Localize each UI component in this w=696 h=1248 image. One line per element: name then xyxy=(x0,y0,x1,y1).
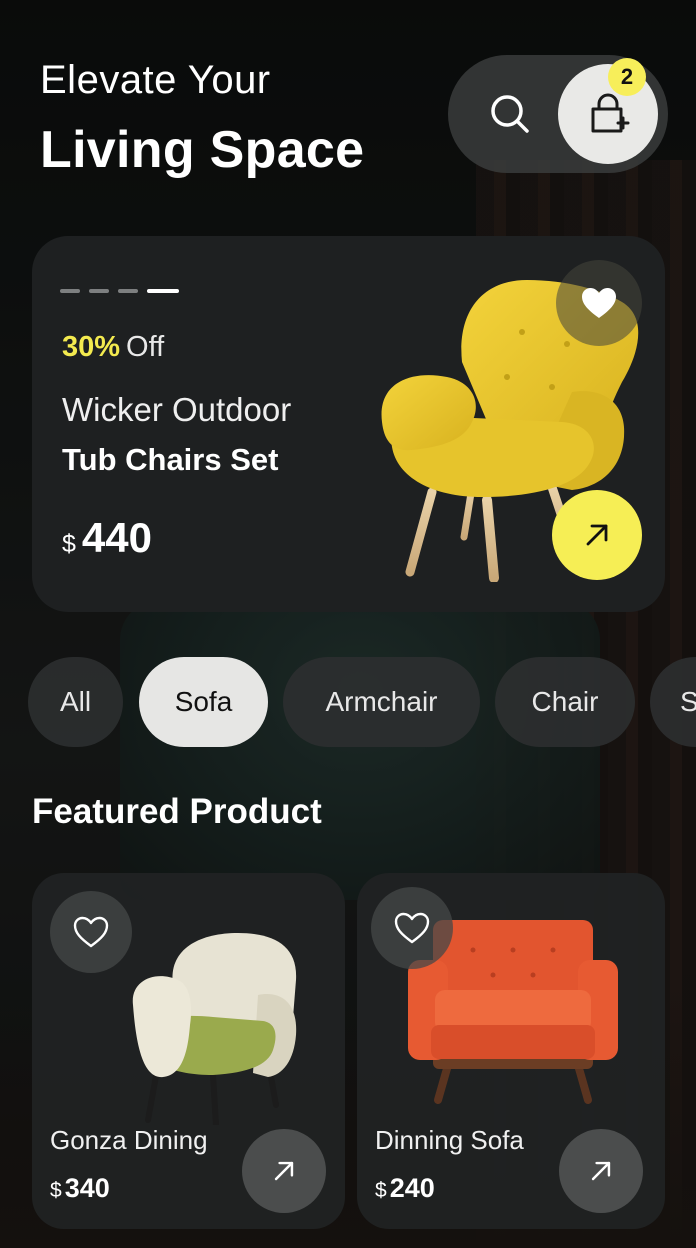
category-chair[interactable]: Chair xyxy=(495,657,635,747)
shopping-bag-plus-icon xyxy=(591,93,630,133)
product-card-gonza-dining[interactable]: Gonza Dining $ 340 xyxy=(32,873,345,1229)
promo-price-currency: $ xyxy=(62,530,76,558)
heart-outline-icon xyxy=(394,912,430,944)
search-icon xyxy=(491,95,529,133)
carousel-dot[interactable] xyxy=(89,289,109,293)
category-s[interactable]: S xyxy=(650,657,696,747)
discount-suffix: Off xyxy=(126,331,165,363)
category-sofa[interactable]: Sofa xyxy=(139,657,268,747)
category-armchair[interactable]: Armchair xyxy=(283,657,480,747)
cream-armchair-image xyxy=(132,933,297,1125)
promo-product-name-line1: Wicker Outdoor xyxy=(62,391,292,428)
arrow-up-right-icon xyxy=(586,524,608,546)
promo-price: $ 440 xyxy=(62,514,152,562)
promo-product-name-line2: Tub Chairs Set xyxy=(62,442,279,477)
promo-card[interactable]: 30% Off Wicker Outdoor Tub Chairs Set $ 4… xyxy=(32,236,665,612)
product-name: Dinning Sofa xyxy=(375,1125,524,1155)
product-price-currency: $ xyxy=(50,1179,62,1202)
discount-label: 30% Off xyxy=(62,331,164,364)
category-label: S xyxy=(680,686,696,717)
product-price: $ 240 xyxy=(375,1173,435,1204)
search-button[interactable] xyxy=(470,74,550,154)
category-label: Sofa xyxy=(174,686,233,717)
favorite-button[interactable] xyxy=(371,887,453,969)
cart-count-badge: 2 xyxy=(608,58,646,96)
product-name: Gonza Dining xyxy=(50,1125,208,1155)
arrow-up-right-icon xyxy=(591,1161,611,1181)
heart-outline-icon xyxy=(73,916,109,948)
favorite-button[interactable] xyxy=(50,891,132,973)
product-price-amount: 240 xyxy=(389,1173,435,1203)
discount-percent: 30% xyxy=(62,331,121,363)
promo-price-amount: 440 xyxy=(81,514,152,561)
category-label: Armchair xyxy=(325,686,438,717)
carousel-indicator xyxy=(60,289,179,293)
product-price-amount: 340 xyxy=(64,1173,110,1203)
carousel-dot[interactable] xyxy=(118,289,138,293)
product-open-button[interactable] xyxy=(559,1129,643,1213)
page-title-line1: Elevate Your xyxy=(40,58,271,102)
featured-section-title: Featured Product xyxy=(32,792,322,831)
category-label: All xyxy=(59,686,92,717)
product-card-dinning-sofa[interactable]: Dinning Sofa $ 240 xyxy=(357,873,665,1229)
carousel-dot-active[interactable] xyxy=(147,289,179,293)
heart-filled-icon xyxy=(582,288,616,318)
product-price: $ 340 xyxy=(50,1173,110,1204)
category-all[interactable]: All xyxy=(28,657,123,747)
product-price-currency: $ xyxy=(375,1179,387,1202)
carousel-dot[interactable] xyxy=(60,289,80,293)
promo-open-button[interactable] xyxy=(552,490,642,580)
arrow-up-right-icon xyxy=(274,1161,294,1181)
header-actions: 2 xyxy=(448,55,668,173)
product-open-button[interactable] xyxy=(242,1129,326,1213)
promo-favorite-button[interactable] xyxy=(556,260,642,346)
category-label: Chair xyxy=(531,686,599,717)
category-tabs: All Sofa Armchair Chair S xyxy=(28,657,696,747)
page-title-line2: Living Space xyxy=(40,121,365,179)
